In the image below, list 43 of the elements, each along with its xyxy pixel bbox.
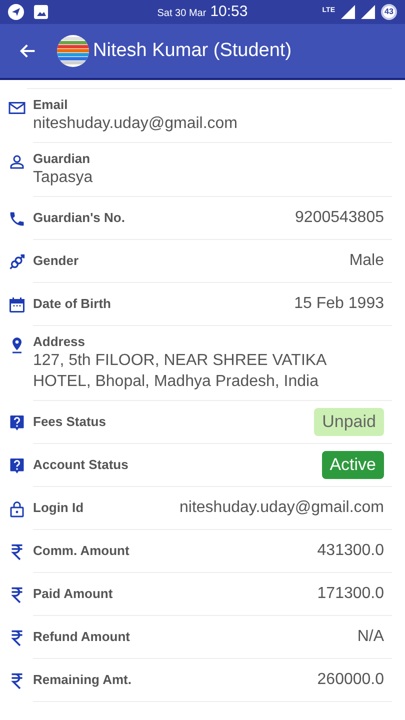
- field-value: 127, 5th FILOOR, NEAR SHREE VATIKA HOTEL, Bhopal, Madhya Pradesh, India: [33, 351, 328, 392]
- window-title: Nitesh Kumar (Student): [93, 38, 292, 63]
- person-icon: [8, 153, 26, 171]
- field-value: 431300.0: [317, 541, 384, 561]
- help-icon: [8, 414, 26, 432]
- signal-icon: [341, 5, 355, 19]
- status-badge: Active: [322, 451, 384, 479]
- send-icon: [8, 4, 24, 20]
- image-icon: [34, 5, 48, 19]
- field-value: Male: [349, 251, 384, 271]
- field-value: niteshuday.uday@gmail.com: [180, 498, 384, 518]
- field-label: Date of Birth: [33, 295, 111, 314]
- field-label: Email: [33, 97, 69, 113]
- status-time: 10:53: [210, 2, 248, 22]
- signal-icon: [361, 5, 375, 19]
- field-label: Account Status: [33, 456, 128, 474]
- field-label: Fees Status: [33, 413, 106, 432]
- battery-indicator: 43: [381, 4, 397, 20]
- status-badge: Unpaid: [314, 408, 384, 436]
- field-value: niteshuday.uday@gmail.com: [33, 114, 238, 134]
- calendar-icon: [8, 296, 26, 314]
- field-value: N/A: [357, 627, 384, 647]
- status-date: Sat 30 Mar: [157, 6, 206, 21]
- field-label: Remaining Amt.: [33, 671, 132, 690]
- lock-icon: [8, 500, 26, 518]
- field-value: 9200543805: [295, 208, 384, 228]
- field-value: 15 Feb 1993: [294, 294, 384, 314]
- field-label: Refund Amount: [33, 628, 130, 646]
- field-value: 260000.0: [317, 670, 384, 690]
- field-label: Address: [33, 334, 86, 350]
- field-label: Guardian: [33, 151, 92, 167]
- help-icon: [8, 456, 26, 474]
- field-label: Gender: [33, 252, 79, 270]
- mail-icon: [8, 99, 26, 117]
- field-value: Tapasya: [33, 168, 94, 188]
- field-label: Comm. Amount: [33, 542, 130, 560]
- field-label: Guardian's No.: [33, 209, 125, 228]
- field-label: Login Id: [33, 499, 84, 518]
- field-value: 171300.0: [317, 584, 384, 604]
- field-label: Paid Amount: [33, 585, 113, 604]
- gender-icon: [8, 252, 26, 270]
- phone-icon: [8, 210, 26, 228]
- logo-icon: [57, 35, 89, 67]
